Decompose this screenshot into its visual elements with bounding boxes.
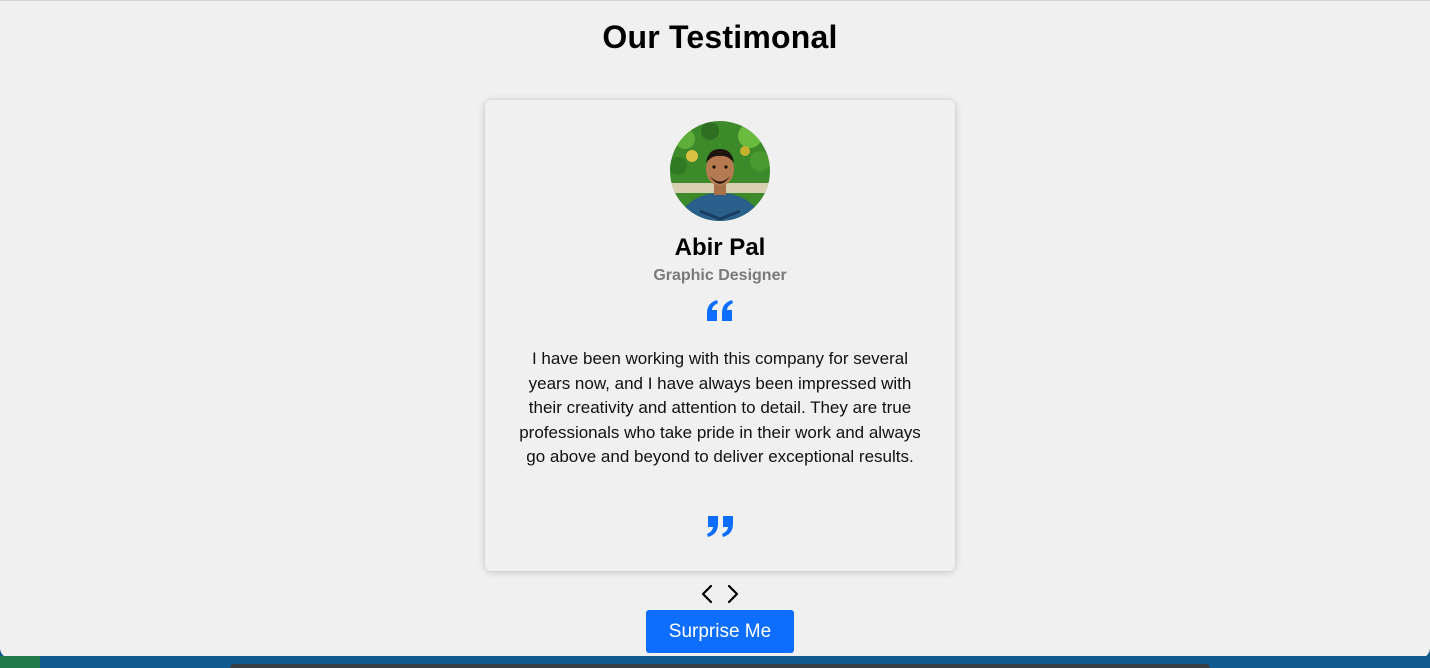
next-button[interactable] xyxy=(722,581,744,607)
testimonial-text: I have been working with this company fo… xyxy=(519,349,921,467)
testimonial-card: Abir Pal Graphic Designer I have been wo… xyxy=(485,100,955,571)
testimonial-navigation xyxy=(696,581,744,607)
dock xyxy=(230,664,1210,668)
prev-button[interactable] xyxy=(696,581,718,607)
chevron-left-icon xyxy=(701,584,713,604)
quote-left-icon xyxy=(707,300,733,321)
surprise-me-button[interactable]: Surprise Me xyxy=(646,610,794,653)
chevron-right-icon xyxy=(727,584,739,604)
person-role: Graphic Designer xyxy=(653,267,787,284)
page-title: Our Testimonal xyxy=(602,19,838,55)
desktop-taskbar xyxy=(0,656,1430,668)
avatar xyxy=(670,121,770,221)
person-photo-icon xyxy=(670,121,770,221)
testimonial-page: Our Testimonal Abir Pal Graphic Designer… xyxy=(0,0,1430,658)
quote-right-icon xyxy=(707,516,733,537)
person-name: Abir Pal xyxy=(674,234,766,261)
